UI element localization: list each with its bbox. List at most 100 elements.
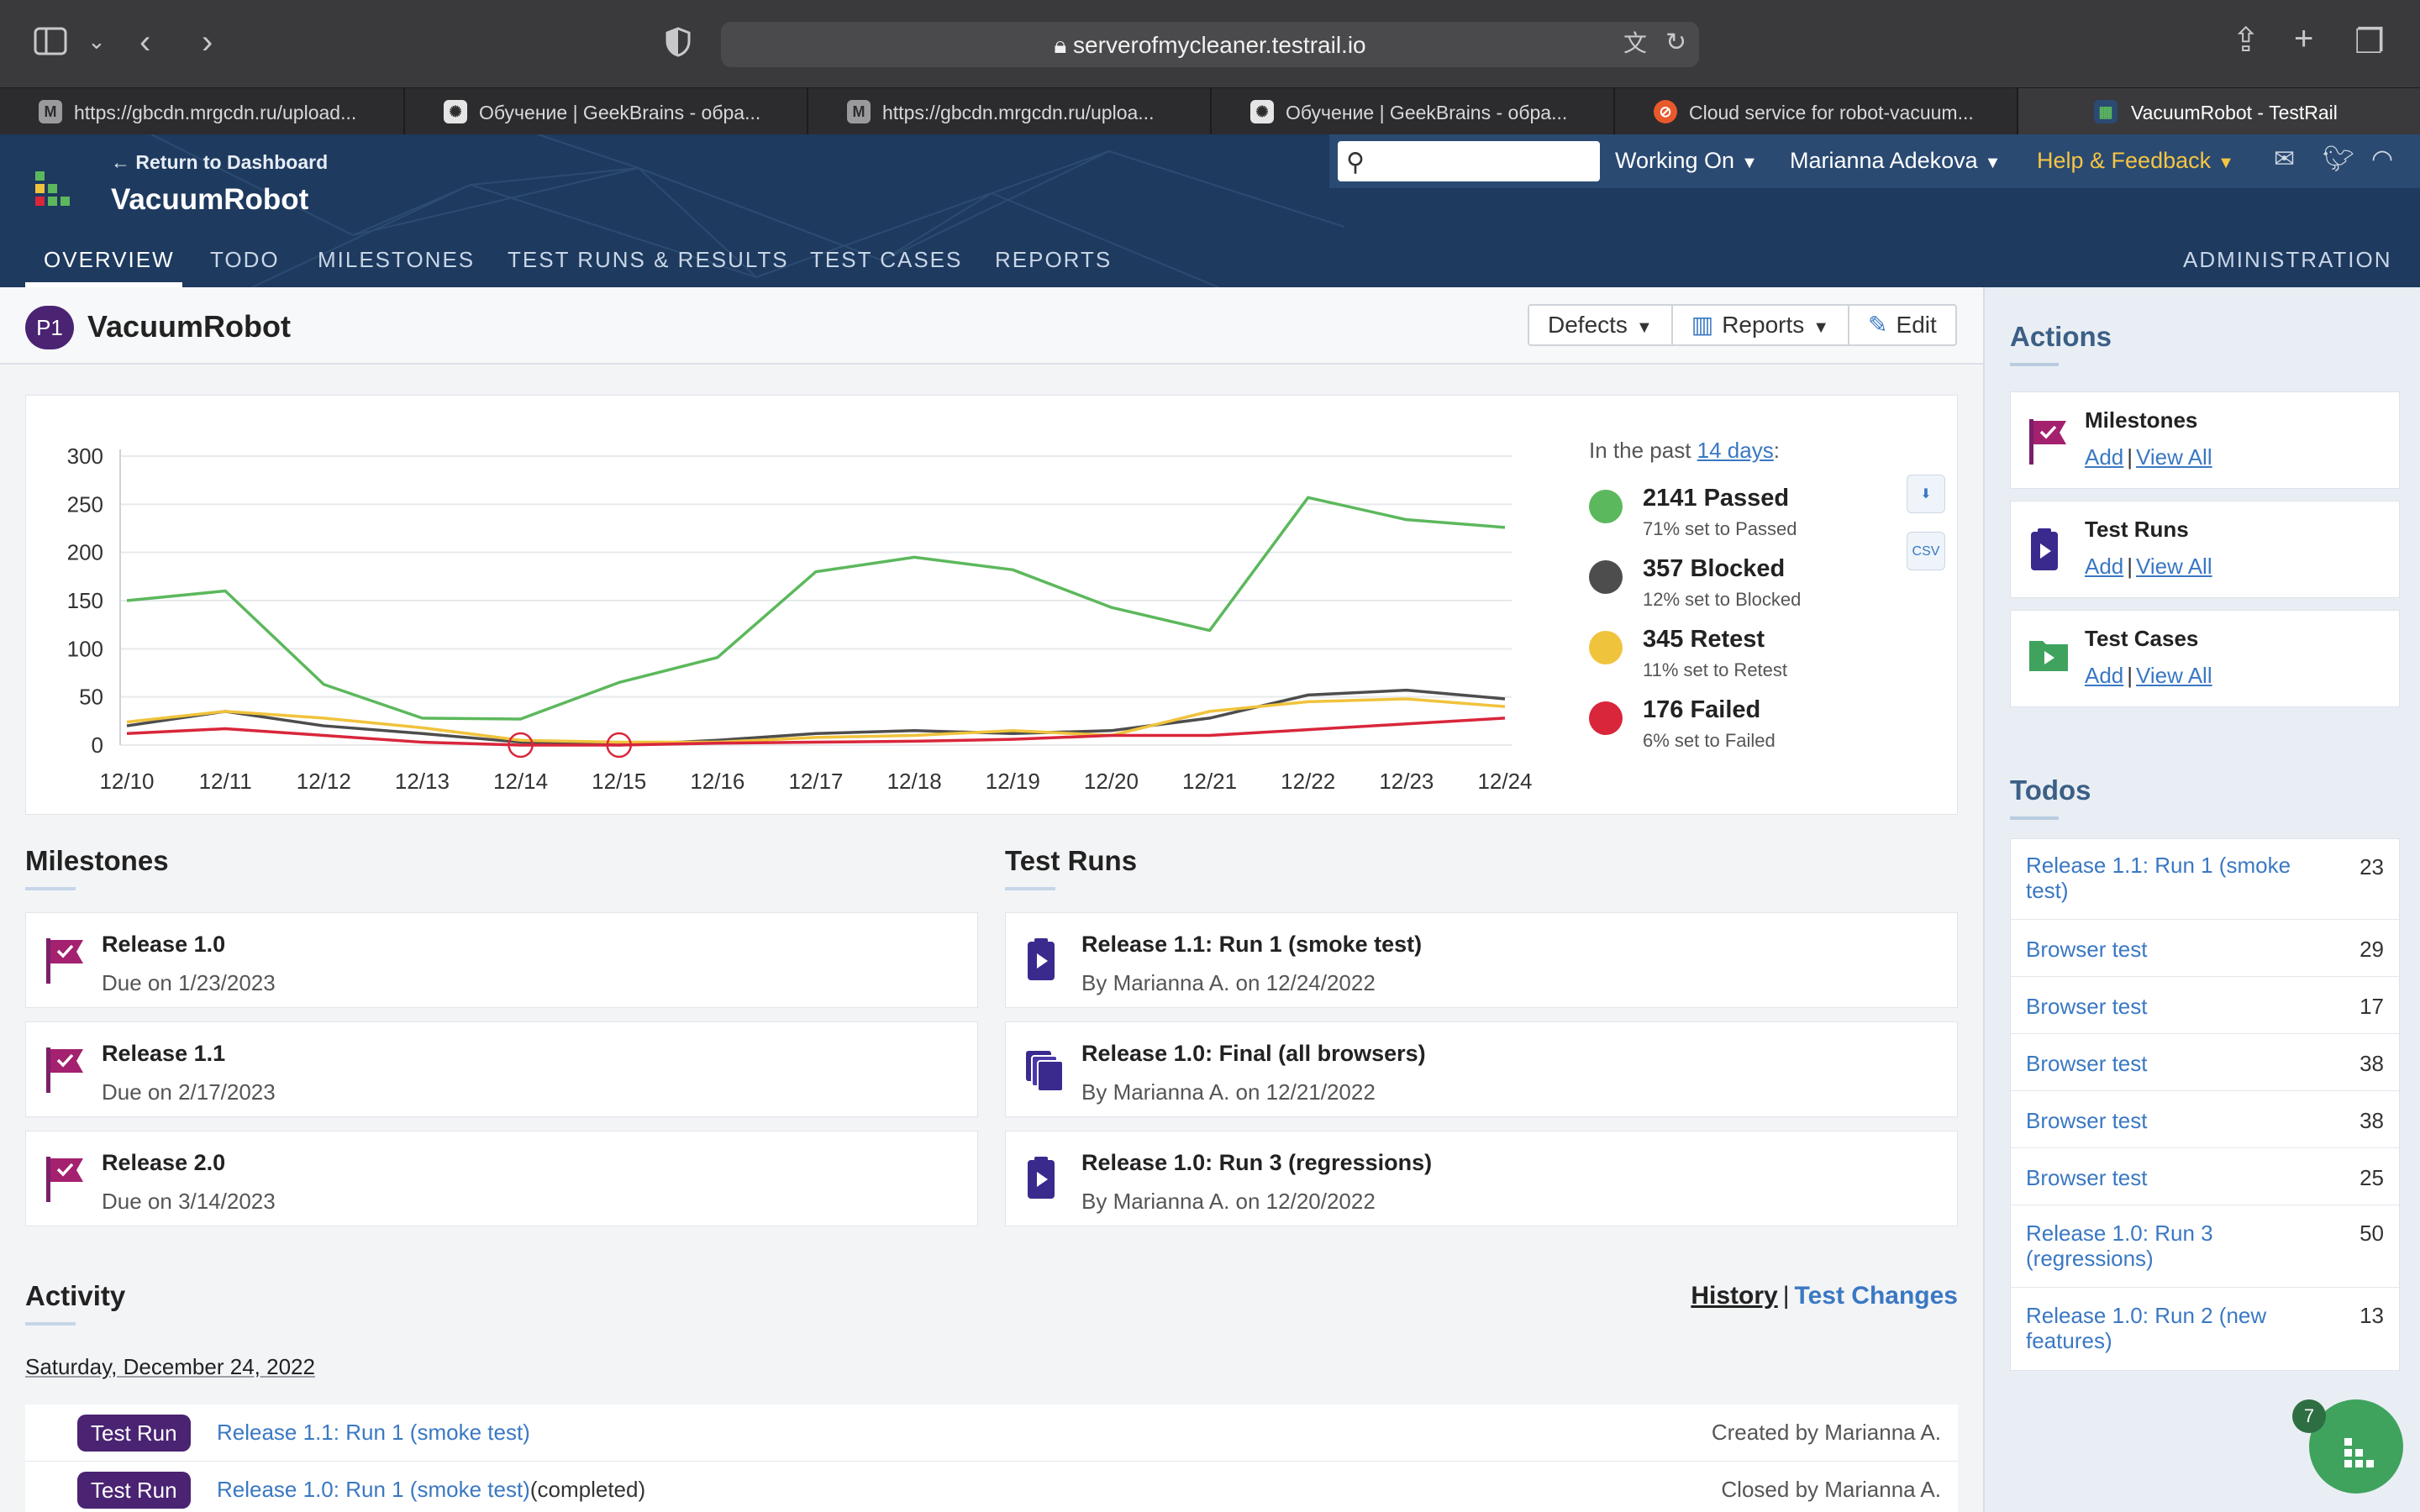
share-icon[interactable]: ⇪ [2232, 24, 2260, 57]
tab-administration[interactable]: ADMINISTRATION [2183, 247, 2392, 273]
tab-todo[interactable]: TODO [210, 247, 280, 273]
milestone-card[interactable]: Release 1.1 Due on 2/17/2023 [25, 1021, 978, 1117]
x-tick-label: 12/17 [788, 769, 843, 794]
edit-button[interactable]: ✎ Edit [1849, 306, 1955, 344]
download-chart-icon[interactable]: ⬇ [1907, 475, 1945, 513]
tab-milestones[interactable]: MILESTONES [318, 247, 475, 273]
x-tick-label: 12/21 [1182, 769, 1237, 794]
bar-chart-icon: ▥ [1691, 312, 1714, 338]
address-bar[interactable]: 🔒︎ serverofmycleaner.testrail.io 文 ↻ [721, 22, 1699, 67]
view-all-test-runs-link[interactable]: View All [2136, 554, 2212, 579]
rss-icon[interactable]: ◠ [2371, 144, 2393, 174]
openai-favicon-icon: ✺ [444, 100, 467, 123]
todo-item[interactable]: Release 1.0: Run 2 (new features) 13 [2011, 1288, 2399, 1370]
activity-heading: Activity [25, 1280, 126, 1311]
back-arrow-icon[interactable]: ‹ [139, 25, 150, 59]
new-tab-icon[interactable]: + [2294, 22, 2313, 55]
chevron-down-icon: ▼ [1984, 154, 2002, 172]
tab-test-runs-results[interactable]: TEST RUNS & RESULTS [508, 247, 789, 273]
search-input[interactable]: ⚲ [1338, 141, 1600, 181]
history-link[interactable]: History [1691, 1282, 1777, 1310]
milestone-card[interactable]: Release 1.0 Due on 1/23/2023 [25, 912, 978, 1008]
download-csv-icon[interactable]: CSV [1907, 532, 1945, 570]
reports-button[interactable]: ▥ Reports ▼ [1673, 306, 1850, 344]
activity-row: Test Run Release 1.1: Run 1 (smoke test)… [25, 1404, 1958, 1462]
test-run-clipboard-icon [1028, 938, 1055, 980]
view-all-milestones-link[interactable]: View All [2136, 444, 2212, 470]
working-on-menu[interactable]: Working On ▼ [1615, 148, 1758, 174]
robot-favicon-icon: ⊘ [1654, 100, 1677, 123]
test-run-card[interactable]: Release 1.1: Run 1 (smoke test) By Maria… [1005, 912, 1958, 1008]
defects-button[interactable]: Defects ▼ [1529, 306, 1673, 344]
forward-arrow-icon[interactable]: › [202, 25, 213, 59]
milestone-flag-icon [46, 1157, 83, 1202]
chevron-down-icon[interactable]: ⌄ [87, 30, 106, 52]
test-runs-heading: Test Runs [1005, 845, 1138, 876]
todo-item[interactable]: Browser test 25 [2011, 1148, 2399, 1205]
help-feedback-menu[interactable]: Help & Feedback ▼ [2037, 148, 2234, 174]
pencil-icon: ✎ [1868, 312, 1888, 338]
right-sidebar: Actions Milestones Add | View All Test Run… [1983, 287, 2420, 1512]
browser-tab[interactable]: Mhttps://gbcdn.mrgcdn.ru/uploa... [808, 88, 1212, 135]
x-tick-label: 12/22 [1281, 769, 1335, 794]
test-run-card[interactable]: Release 1.0: Final (all browsers) By Mar… [1005, 1021, 1958, 1117]
tab-overview[interactable]: OVERVIEW [44, 247, 175, 273]
activity-date: Saturday, December 24, 2022 [25, 1354, 315, 1379]
browser-tab[interactable]: ✺ Обучение | GeekBrains - обра... [405, 88, 808, 135]
milestone-flag-icon [46, 1047, 83, 1093]
return-to-dashboard-link[interactable]: ← Return to Dashboard [111, 151, 328, 174]
browser-tab[interactable]: ✺ Обучение | GeekBrains - обра... [1212, 88, 1615, 135]
add-test-run-link[interactable]: Add [2085, 554, 2123, 579]
x-tick-label: 12/10 [99, 769, 154, 794]
x-tick-label: 12/24 [1477, 769, 1532, 794]
todo-item[interactable]: Release 1.0: Run 3 (regressions) 50 [2011, 1205, 2399, 1288]
test-changes-link[interactable]: Test Changes [1795, 1282, 1959, 1310]
status-chart-card: 0 50 100 150 200 250 300 12/10 12/11 12/12 12/13 12… [25, 395, 1958, 815]
milestone-flag-icon [46, 938, 83, 984]
m-favicon-icon: M [39, 100, 62, 123]
browser-tab-active[interactable]: ▦ VacuumRobot - TestRail [2018, 88, 2420, 135]
browser-tab[interactable]: ⊘ Cloud service for robot-vacuum... [1615, 88, 2018, 135]
page-actions: Defects ▼ ▥ Reports ▼ ✎ Edit [1528, 304, 1957, 346]
activity-badge: Test Run [77, 1472, 191, 1509]
notification-count-badge: 7 [2292, 1399, 2326, 1433]
legend-dot [1589, 490, 1623, 523]
milestone-card[interactable]: Release 2.0 Due on 3/14/2023 [25, 1131, 978, 1226]
tab-test-cases[interactable]: TEST CASES [810, 247, 962, 273]
shield-icon[interactable] [666, 27, 691, 63]
test-cases-folder-icon [2029, 641, 2068, 671]
y-tick-label: 250 [67, 491, 103, 517]
mail-icon[interactable]: ✉ [2274, 144, 2295, 174]
user-menu[interactable]: Marianna Adekova ▼ [1790, 148, 2001, 174]
todo-item[interactable]: Browser test 17 [2011, 977, 2399, 1034]
view-all-test-cases-link[interactable]: View All [2136, 663, 2212, 688]
x-tick-label: 12/18 [887, 769, 942, 794]
activity-link[interactable]: Release 1.0: Run 1 (smoke test) [217, 1477, 530, 1502]
browser-tab[interactable]: Mhttps://gbcdn.mrgcdn.ru/upload... [0, 88, 405, 135]
todo-item[interactable]: Browser test 29 [2011, 920, 2399, 977]
legend-period: In the past 14 days: [1589, 438, 1780, 463]
legend-dot [1589, 701, 1623, 735]
add-test-case-link[interactable]: Add [2085, 663, 2123, 688]
milestone-flag-icon [2029, 419, 2066, 465]
translate-icon[interactable]: 文 [1623, 32, 1647, 55]
twitter-icon[interactable]: 🐦︎ [2323, 144, 2354, 174]
sidebar-toggle-icon[interactable] [34, 27, 67, 61]
todo-item[interactable]: Release 1.1: Run 1 (smoke test) 23 [2011, 839, 2399, 920]
add-milestone-link[interactable]: Add [2085, 444, 2123, 470]
reload-icon[interactable]: ↻ [1665, 30, 1686, 55]
todo-item[interactable]: Browser test 38 [2011, 1034, 2399, 1091]
tab-reports[interactable]: REPORTS [995, 247, 1112, 273]
x-tick-label: 12/12 [297, 769, 351, 794]
period-link[interactable]: 14 days [1697, 438, 1774, 463]
activity-badge: Test Run [77, 1415, 191, 1452]
section-underline [25, 887, 76, 890]
x-tick-label: 12/19 [986, 769, 1040, 794]
todo-item[interactable]: Browser test 38 [2011, 1091, 2399, 1148]
m-favicon-icon: M [847, 100, 871, 123]
test-run-card[interactable]: Release 1.0: Run 3 (regressions) By Mari… [1005, 1131, 1958, 1226]
activity-link[interactable]: Release 1.1: Run 1 (smoke test) [217, 1420, 530, 1445]
section-underline [2010, 816, 2059, 820]
tab-overview-icon[interactable]: ❐ [2354, 25, 2385, 59]
header-project-name[interactable]: VacuumRobot [111, 183, 308, 217]
